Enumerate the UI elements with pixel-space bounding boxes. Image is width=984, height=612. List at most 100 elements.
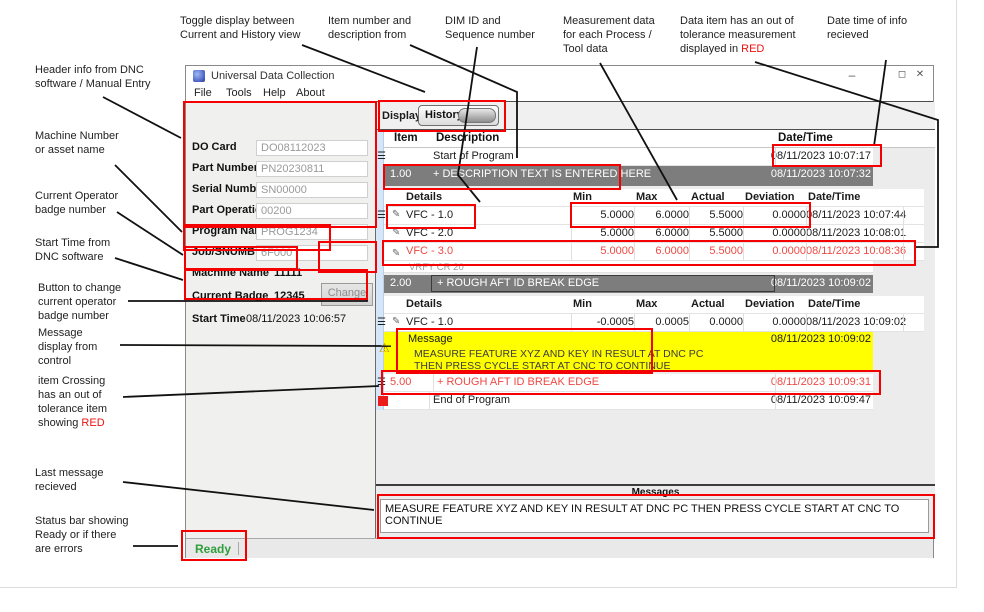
menu-bar: File Tools Help About xyxy=(186,86,933,101)
col-actual: Actual xyxy=(691,298,725,310)
deviation-value: 0.0000 xyxy=(743,316,806,328)
callout-machine-number: Machine Number or asset name xyxy=(35,129,155,157)
start-time-value: 08/11/2023 10:06:57 xyxy=(246,313,346,325)
row-datetime: 08/11/2023 10:07:17 xyxy=(771,150,871,162)
col-deviation: Deviation xyxy=(745,191,795,203)
grid-header-row: Item Description Date/Time xyxy=(376,130,935,148)
start-time-label: Start Time xyxy=(192,313,246,325)
minimize-button[interactable]: – xyxy=(844,68,860,82)
display-bar: Display History xyxy=(376,102,935,130)
callout-date-time: Date time of info recieved xyxy=(827,14,927,42)
row-description: Start of Program xyxy=(433,150,514,162)
title-bar[interactable]: Universal Data Collection – ◻ ✕ xyxy=(186,66,933,86)
change-badge-button[interactable]: Change xyxy=(321,283,373,306)
detail-row-vfc-2[interactable]: VFC - 2.0 5.0000 6.0000 5.5000 0.0000 08… xyxy=(384,225,924,243)
display-label: Display xyxy=(382,110,421,122)
callout-message-display: Message display from control xyxy=(38,326,148,368)
messages-section-label: Messages xyxy=(376,487,935,498)
app-icon xyxy=(193,70,205,82)
row-datetime: 08/11/2023 10:08:36 xyxy=(806,245,899,257)
focused-cell-outline xyxy=(431,275,775,292)
part-number-field: PN20230811 xyxy=(256,161,368,177)
divider xyxy=(376,484,935,486)
detail-row-vfc-3-out-of-tolerance[interactable]: VFC - 3.0 5.0000 6.0000 5.5000 0.0000 08… xyxy=(384,243,924,261)
pencil-icon: ✎ xyxy=(392,227,400,238)
col-deviation: Deviation xyxy=(745,298,795,310)
field-label: Part Number xyxy=(192,162,258,174)
min-value: 5.0000 xyxy=(571,227,634,239)
menu-about[interactable]: About xyxy=(296,87,325,99)
grid-row-item-5-out-of-tolerance[interactable]: 5.00 + ROUGH AFT ID BREAK EDGE 08/11/202… xyxy=(384,374,873,392)
callout-operator-badge: Current Operator badge number xyxy=(35,189,155,217)
row-datetime: 08/11/2023 10:08:01 xyxy=(806,227,899,239)
close-button[interactable]: ✕ xyxy=(912,69,928,80)
col-actual: Actual xyxy=(691,191,725,203)
detail-note-row: VRFY CR 20 xyxy=(384,261,873,273)
deviation-value: 0.0000 xyxy=(743,245,806,257)
pencil-icon: ✎ xyxy=(392,248,400,259)
menu-help[interactable]: Help xyxy=(263,87,286,99)
page-edge xyxy=(956,0,957,588)
grid-row-item-2[interactable]: 2.00 + ROUGH AFT ID BREAK EDGE 08/11/202… xyxy=(384,275,873,293)
dim-id: VFC - 2.0 xyxy=(406,227,453,239)
message-label: Message xyxy=(408,333,453,345)
grid-row-start-of-program[interactable]: Start of Program 08/11/2023 10:07:17 xyxy=(384,148,873,166)
end-marker-icon xyxy=(378,396,388,406)
list-icon: ☰ xyxy=(377,151,391,162)
do-card-field: DO08112023 xyxy=(256,140,368,156)
col-description: Description xyxy=(436,132,499,144)
menu-file[interactable]: File xyxy=(194,87,212,99)
header-info-panel: DO Card DO08112023 Part Number PN2023081… xyxy=(186,102,376,538)
toggle-knob-icon[interactable] xyxy=(458,108,496,123)
row-selector-strip[interactable] xyxy=(376,130,384,410)
display-toggle[interactable]: History xyxy=(418,105,499,126)
field-label: Job/SNUMB xyxy=(192,246,255,258)
row-datetime: 08/11/2023 10:09:02 xyxy=(806,316,899,328)
grid-row-item-1[interactable]: 1.00 + DESCRIPTION TEXT IS ENTERED HERE … xyxy=(384,166,873,186)
detail-row-vfc-1b[interactable]: VFC - 1.0 -0.0005 0.0005 0.0000 0.0000 0… xyxy=(384,314,924,332)
actual-value: 0.0000 xyxy=(689,316,743,328)
menu-tools[interactable]: Tools xyxy=(226,87,252,99)
list-icon: ☰ xyxy=(377,377,391,388)
last-message-box: MEASURE FEATURE XYZ AND KEY IN RESULT AT… xyxy=(380,499,929,533)
col-details: Details xyxy=(406,298,442,310)
actual-value: 5.5000 xyxy=(689,209,743,221)
maximize-button[interactable]: ◻ xyxy=(894,69,910,80)
min-value: 5.0000 xyxy=(571,245,634,257)
detail-row-vfc-1[interactable]: VFC - 1.0 5.0000 6.0000 5.5000 0.0000 08… xyxy=(384,207,924,225)
annotated-screenshot-page: Toggle display between Current and Histo… xyxy=(0,0,984,612)
col-min: Min xyxy=(573,191,592,203)
pencil-icon: ✎ xyxy=(392,209,400,220)
max-value: 0.0005 xyxy=(634,316,689,328)
row-item-number: 2.00 xyxy=(390,277,411,289)
list-icon: ☰ xyxy=(377,210,391,221)
col-item: Item xyxy=(394,132,418,144)
max-value: 6.0000 xyxy=(634,245,689,257)
page-edge xyxy=(0,587,957,588)
col-datetime: Date/Time xyxy=(808,191,860,203)
callout-item-crossing: item Crossing has an out of tolerance it… xyxy=(38,374,148,430)
row-datetime: 08/11/2023 10:09:02 xyxy=(771,333,871,345)
max-value: 6.0000 xyxy=(634,209,689,221)
app-window: Universal Data Collection – ◻ ✕ File Too… xyxy=(185,65,934,558)
grid-row-end-of-program[interactable]: End of Program 08/11/2023 10:09:47 xyxy=(384,392,873,410)
row-description: + DESCRIPTION TEXT IS ENTERED HERE xyxy=(433,168,651,180)
callout-measurement-data: Measurement data for each Process / Tool… xyxy=(563,14,673,56)
col-min: Min xyxy=(573,298,592,310)
job-snumb-field: 6F000 xyxy=(256,245,368,261)
red-word: RED xyxy=(741,43,764,55)
message-body: MEASURE FEATURE XYZ AND KEY IN RESULT AT… xyxy=(384,347,873,372)
field-label: DO Card xyxy=(192,141,237,153)
col-details: Details xyxy=(406,191,442,203)
callout-item-number: Item number and description from xyxy=(328,14,438,42)
row-datetime: 08/11/2023 10:09:31 xyxy=(771,376,871,388)
serial-number-field: SN00000 xyxy=(256,182,368,198)
message-row[interactable]: Message 08/11/2023 10:09:02 xyxy=(384,332,873,347)
row-description: End of Program xyxy=(433,394,510,406)
warning-icon: ⚠ xyxy=(379,341,390,355)
min-value: 5.0000 xyxy=(571,209,634,221)
max-value: 6.0000 xyxy=(634,227,689,239)
list-icon: ☰ xyxy=(377,317,391,328)
vrfy-note: VRFY CR 20 xyxy=(409,262,464,273)
col-datetime: Date/Time xyxy=(778,132,833,144)
